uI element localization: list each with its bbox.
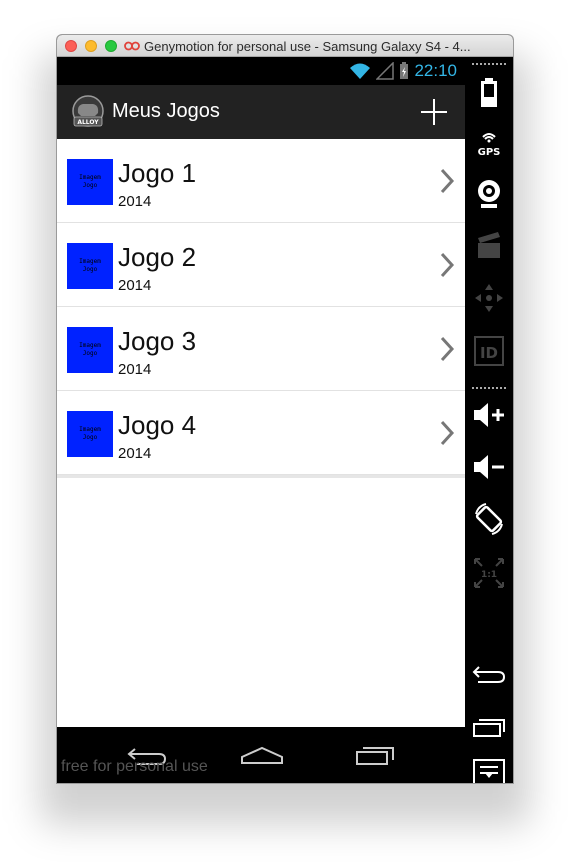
webcam-button[interactable] (465, 174, 513, 214)
svg-text:ALLOY: ALLOY (77, 119, 99, 126)
genymotion-sidebar: GPS ID 1:1 (465, 57, 513, 783)
window-titlebar: Genymotion for personal use - Samsung Ga… (57, 35, 513, 57)
genymotion-logo-icon (124, 41, 140, 51)
chevron-right-icon (440, 252, 455, 278)
game-row-3[interactable]: Imagem Jogo Jogo 3 2014 (57, 307, 465, 391)
game-thumbnail: Imagem Jogo (67, 159, 113, 205)
status-clock: 22:10 (414, 61, 457, 80)
home-icon[interactable] (240, 745, 284, 765)
device-id-button[interactable]: ID (465, 331, 513, 371)
recent-apps-button[interactable] (465, 707, 513, 747)
game-title: Jogo 4 (118, 410, 197, 440)
gps-button[interactable]: GPS (465, 123, 513, 163)
genymotion-window: Genymotion for personal use - Samsung Ga… (57, 35, 513, 783)
status-bar: 22:10 (57, 57, 465, 85)
chevron-right-icon (440, 336, 455, 362)
page-title: Meus Jogos (112, 100, 220, 122)
game-row-2[interactable]: Imagem Jogo Jogo 2 2014 (57, 223, 465, 307)
grip-dots (472, 63, 506, 65)
volume-up-icon (474, 403, 504, 427)
close-window-button[interactable] (65, 40, 77, 52)
game-year: 2014 (118, 445, 152, 462)
menu-icon (473, 759, 505, 783)
game-title: Jogo 3 (118, 326, 197, 356)
game-row-4[interactable]: Imagem Jogo Jogo 4 2014 (57, 391, 465, 475)
chevron-right-icon (440, 420, 455, 446)
dpad-icon (475, 284, 503, 312)
recent-apps-icon (473, 719, 505, 737)
game-year: 2014 (118, 361, 152, 378)
clapper-icon (478, 232, 500, 258)
maximize-window-button[interactable] (105, 40, 117, 52)
battery-icon (400, 62, 408, 79)
volume-down-icon (474, 455, 504, 479)
minimize-window-button[interactable] (85, 40, 97, 52)
watermark-text: free for personal use (61, 758, 208, 775)
game-title: Jogo 1 (118, 158, 197, 188)
wifi-icon (350, 63, 371, 79)
battery-icon (481, 78, 497, 107)
id-icon: ID (474, 336, 504, 366)
scale-icon: 1:1 (474, 558, 504, 588)
grip-dots (472, 387, 506, 389)
volume-down-button[interactable] (465, 447, 513, 487)
back-icon (472, 666, 506, 683)
svg-text:1:1: 1:1 (481, 570, 497, 580)
add-game-button[interactable] (417, 95, 451, 129)
game-thumbnail: Imagem Jogo (67, 411, 113, 457)
game-year: 2014 (118, 277, 152, 294)
volume-up-button[interactable] (465, 395, 513, 435)
game-thumbnail: Imagem Jogo (67, 243, 113, 289)
signal-icon (374, 61, 394, 80)
game-title: Jogo 2 (118, 242, 197, 272)
navigation-bar: free for personal use (57, 727, 465, 783)
svg-text:GPS: GPS (478, 147, 501, 158)
game-row-1[interactable]: Imagem Jogo Jogo 1 2014 (57, 139, 465, 223)
menu-button[interactable] (465, 757, 513, 783)
rotate-button[interactable] (465, 499, 513, 539)
pixel-perfect-button[interactable]: 1:1 (465, 553, 513, 593)
action-bar: ALLOY Meus Jogos (57, 85, 465, 139)
back-button[interactable] (465, 654, 513, 694)
gps-icon: GPS (478, 133, 501, 158)
chevron-right-icon (440, 168, 455, 194)
game-thumbnail: Imagem Jogo (67, 327, 113, 373)
rotate-icon (475, 503, 503, 535)
svg-text:ID: ID (480, 344, 498, 362)
scroll-down-icon[interactable] (485, 773, 493, 779)
recent-apps-icon[interactable] (355, 744, 395, 766)
android-screen: 22:10 ALLOY Meus Jogos Imagem Jogo Jogo 1… (57, 57, 465, 783)
dpad-button[interactable] (465, 278, 513, 318)
game-year: 2014 (118, 193, 152, 210)
webcam-icon (478, 180, 500, 208)
status-icons (349, 61, 410, 80)
window-title: Genymotion for personal use - Samsung Ga… (144, 39, 471, 54)
screencast-button[interactable] (465, 225, 513, 265)
list-divider (57, 475, 465, 478)
battery-button[interactable] (465, 73, 513, 113)
alloy-logo-icon: ALLOY (72, 95, 104, 127)
games-list: Imagem Jogo Jogo 1 2014 Imagem Jogo Jogo 2… (57, 139, 465, 478)
